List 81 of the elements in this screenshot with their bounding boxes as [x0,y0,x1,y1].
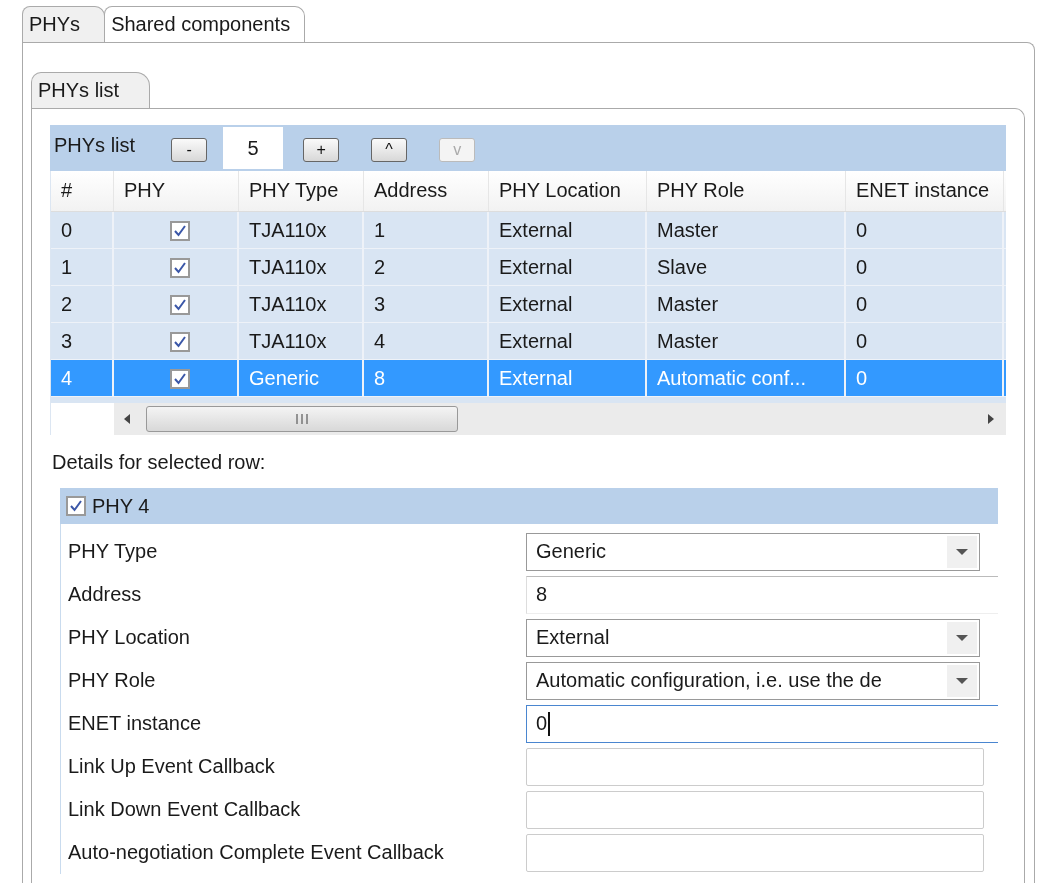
table-cell: 2 [61,293,73,315]
table-cell: 0 [856,256,868,278]
input-field[interactable] [526,790,984,829]
checkbox[interactable] [66,496,86,516]
column-header[interactable]: Address [364,171,489,211]
input-field[interactable] [526,833,984,872]
table-row[interactable]: 0 TJA110x 1 External Master 0 [51,212,1006,249]
table-cell: External [499,293,573,315]
tab[interactable]: Shared components [104,6,306,42]
input-field[interactable] [526,747,984,786]
toolbar-button[interactable]: - [171,138,208,162]
table-cell: Master [657,293,719,315]
table-cell: Generic [249,367,320,389]
table-cell: TJA110x [249,293,327,315]
column-header[interactable]: PHY [114,171,239,211]
field-label: Link Up Event Callback [68,755,276,778]
field-label: PHY Role [68,669,157,692]
checkbox[interactable] [170,220,190,241]
table-cell: 8 [374,367,386,389]
dropdown[interactable]: Generic [526,532,980,571]
column-header[interactable]: ENET instance [846,171,1004,211]
field-label: PHY Type [68,540,159,563]
toolbar-button[interactable]: + [303,138,340,162]
table-cell: Automatic conf... [657,367,806,389]
input-field[interactable]: 0 [526,704,998,743]
table-row[interactable]: 3 TJA110x 4 External Master 0 [51,323,1006,360]
field-label: Address [68,583,143,606]
scroll-left-icon[interactable] [122,413,132,425]
table-cell: External [499,367,573,389]
caret-icon [947,621,977,654]
table-cell: 0 [856,330,868,352]
table-cell: 0 [856,293,868,315]
table-cell: Slave [657,256,708,278]
table-cell: 0 [856,367,868,389]
dropdown[interactable]: Automatic configuration, i.e. use the de [526,661,980,700]
checkbox[interactable] [170,257,190,278]
table-cell: TJA110x [249,219,327,241]
field-label: PHY Location [68,626,191,649]
table-cell: 3 [61,330,73,352]
table-cell: 4 [61,367,73,389]
details-label: Details for selected row: [52,451,267,474]
column-header[interactable]: PHY Role [647,171,846,211]
grip-icon [295,414,309,424]
scroll-right-icon[interactable] [986,413,996,425]
group-title: PHY 4 [92,494,150,518]
table-cell: 4 [374,330,386,352]
table-row[interactable]: 2 TJA110x 3 External Master 0 [51,286,1006,323]
table-cell: External [499,330,573,352]
column-header[interactable]: # [51,171,114,211]
horizontal-scrollbar[interactable] [114,403,1006,435]
table-cell: TJA110x [249,330,327,352]
checkbox[interactable] [170,294,190,315]
field-label: ENET instance [68,712,203,735]
checkbox[interactable] [170,331,190,352]
table-cell: 0 [61,219,73,241]
column-header[interactable]: PHY Location [489,171,647,211]
table-cell: 2 [374,256,386,278]
table-cell: Master [657,219,719,241]
input-field[interactable]: 8 [526,575,998,614]
caret-icon [947,535,977,568]
table-cell: External [499,256,573,278]
count-field[interactable]: 5 [223,127,284,169]
checkbox[interactable] [170,368,190,389]
table-cell: 1 [61,256,73,278]
table-cell: TJA110x [249,256,327,278]
list-title: PHYs list [54,133,136,157]
table-cell: External [499,219,573,241]
field-label: Auto-negotiation Complete Event Callback [68,841,445,864]
tab[interactable]: PHYs list [31,72,151,108]
table-cell: 1 [374,219,386,241]
caret-icon [947,664,977,697]
scrollbar-thumb[interactable] [146,406,458,432]
tab[interactable]: PHYs [22,6,106,42]
table-cell: Master [657,330,719,352]
table-row[interactable]: 1 TJA110x 2 External Slave 0 [51,249,1006,286]
field-label: Link Down Event Callback [68,798,302,821]
column-header[interactable]: PHY Type [239,171,364,211]
table-cell: 0 [856,219,868,241]
dropdown[interactable]: External [526,618,980,657]
toolbar-button[interactable]: ^ [371,138,408,162]
table-cell: 3 [374,293,386,315]
